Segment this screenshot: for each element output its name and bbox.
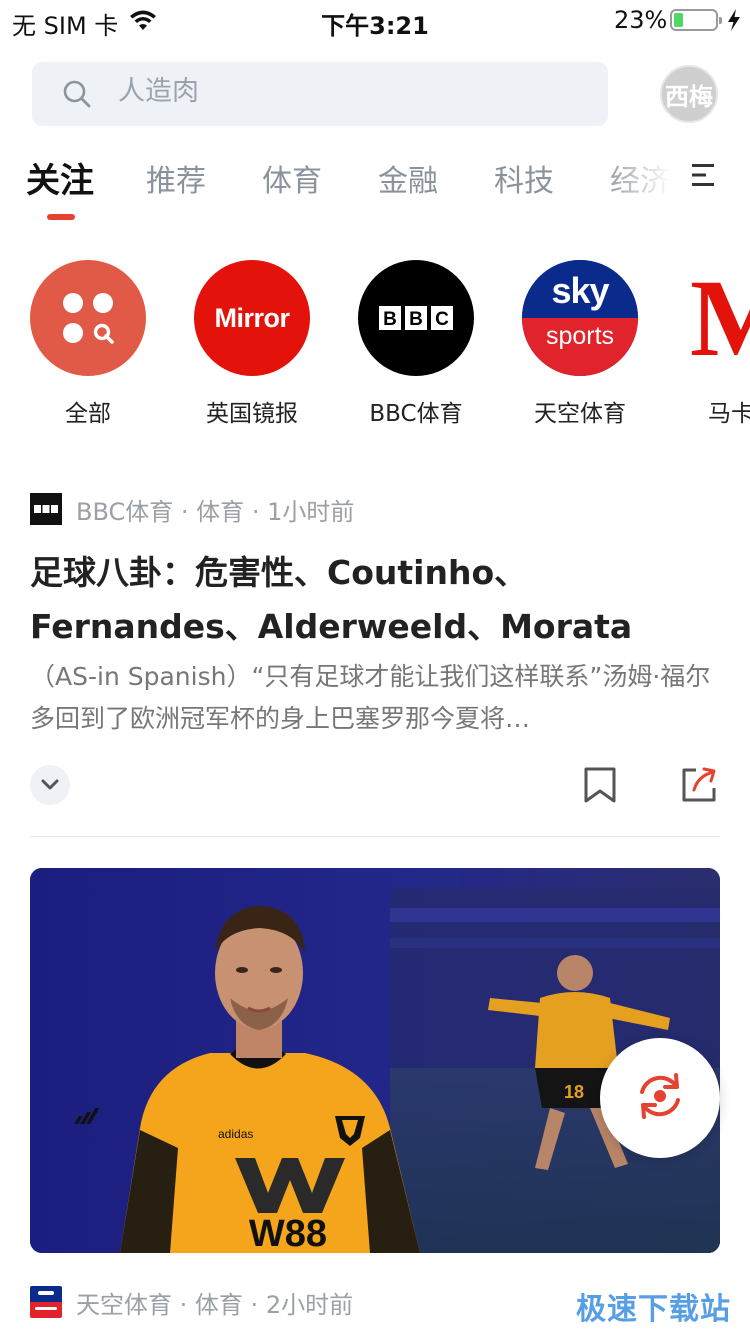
- svg-text:B: B: [409, 309, 423, 330]
- article-category: 体育: [196, 497, 245, 526]
- shirt-sponsor-text: W88: [249, 1213, 327, 1253]
- article-excerpt[interactable]: （AS-in Spanish）“只有足球才能让我们这样联系”汤姆·福尔多回到了欧…: [30, 656, 720, 740]
- source-name: 全部: [65, 401, 111, 427]
- tabs-fade: [600, 148, 690, 208]
- refresh-button[interactable]: [600, 1038, 720, 1158]
- sky-sports-mini-logo: [30, 1286, 62, 1318]
- marca-logo-text: M: [690, 260, 750, 376]
- category-tabs: 关注 推荐 体育 金融 科技 经济: [0, 148, 690, 228]
- article-source-line: BBC体育 · 体育 · 1小时前: [76, 492, 354, 527]
- bbc-logo: B B C: [358, 260, 474, 376]
- mirror-logo-text: Mirror: [214, 302, 290, 333]
- avatar[interactable]: 西梅: [660, 65, 718, 123]
- share-icon[interactable]: [680, 766, 718, 808]
- article-source-line: 天空体育 · 体育 · 2小时前: [76, 1285, 353, 1320]
- meta-separator: ·: [250, 1290, 266, 1319]
- article-meta: BBC体育 · 体育 · 1小时前: [30, 492, 354, 526]
- source-mirror[interactable]: Mirror 英国镜报: [170, 258, 334, 428]
- source-name: 天空体育: [534, 401, 626, 427]
- sky-logo-text: sky: [551, 270, 609, 311]
- divider: [30, 836, 720, 837]
- mirror-logo: Mirror: [194, 260, 310, 376]
- status-bar: 无 SIM 卡 下午3:21 23%: [0, 0, 750, 40]
- svg-text:18: 18: [564, 1082, 584, 1102]
- tab-follow[interactable]: 关注: [26, 153, 94, 202]
- chevron-down-icon: [41, 776, 59, 795]
- charging-icon: [726, 8, 742, 36]
- source-name: 英国镜报: [206, 401, 298, 427]
- refresh-icon: [630, 1066, 690, 1130]
- source-sky-sports[interactable]: sky sports 天空体育: [498, 258, 662, 428]
- source-marca[interactable]: M 马卡: [662, 258, 750, 428]
- svg-text:C: C: [435, 309, 449, 330]
- article-time: 2小时前: [265, 1290, 354, 1319]
- search-icon: [62, 79, 92, 113]
- meta-separator: ·: [180, 497, 197, 526]
- bbc-mini-logo: [30, 493, 62, 525]
- svg-text:B: B: [383, 309, 397, 330]
- source-bbc-sport[interactable]: B B C BBC体育: [334, 258, 498, 428]
- tab-technology[interactable]: 科技: [494, 156, 554, 200]
- source-all[interactable]: 全部: [6, 258, 170, 428]
- kit-brand-text: adidas: [218, 1127, 253, 1141]
- article-category: 体育: [194, 1290, 243, 1319]
- bookmark-icon[interactable]: [582, 766, 618, 808]
- active-tab-indicator: [47, 214, 75, 220]
- battery-icon: [670, 9, 722, 31]
- search-input[interactable]: [118, 76, 578, 107]
- article-title[interactable]: 足球八卦：危害性、Coutinho、Fernandes、Alderweeld、M…: [30, 546, 720, 654]
- search-bar[interactable]: [32, 62, 608, 126]
- tab-finance[interactable]: 金融: [378, 156, 438, 200]
- article-source: BBC体育: [76, 497, 174, 526]
- source-name: 马卡: [708, 401, 750, 427]
- tab-menu-icon[interactable]: [690, 160, 718, 194]
- meta-separator: ·: [179, 1290, 195, 1319]
- meta-separator: ·: [251, 497, 268, 526]
- source-name: BBC体育: [369, 401, 463, 427]
- avatar-label: 西梅: [665, 82, 713, 111]
- tab-recommended[interactable]: 推荐: [146, 156, 206, 200]
- tab-sports[interactable]: 体育: [262, 156, 322, 200]
- marca-logo: M: [686, 260, 750, 376]
- article-meta: 天空体育 · 体育 · 2小时前: [30, 1285, 353, 1319]
- battery-percentage: 23%: [614, 6, 668, 34]
- sports-logo-text: sports: [545, 322, 615, 350]
- sky-sports-logo: sky sports: [522, 260, 638, 376]
- all-sources-icon: [30, 260, 146, 376]
- expand-button[interactable]: [30, 765, 70, 805]
- watermark: 极速下载站: [576, 1292, 731, 1327]
- article-source: 天空体育: [76, 1290, 172, 1319]
- followed-sources: 全部 Mirror 英国镜报 B B C BBC体育 sky sports 天空: [0, 258, 750, 428]
- article-time: 1小时前: [267, 497, 355, 526]
